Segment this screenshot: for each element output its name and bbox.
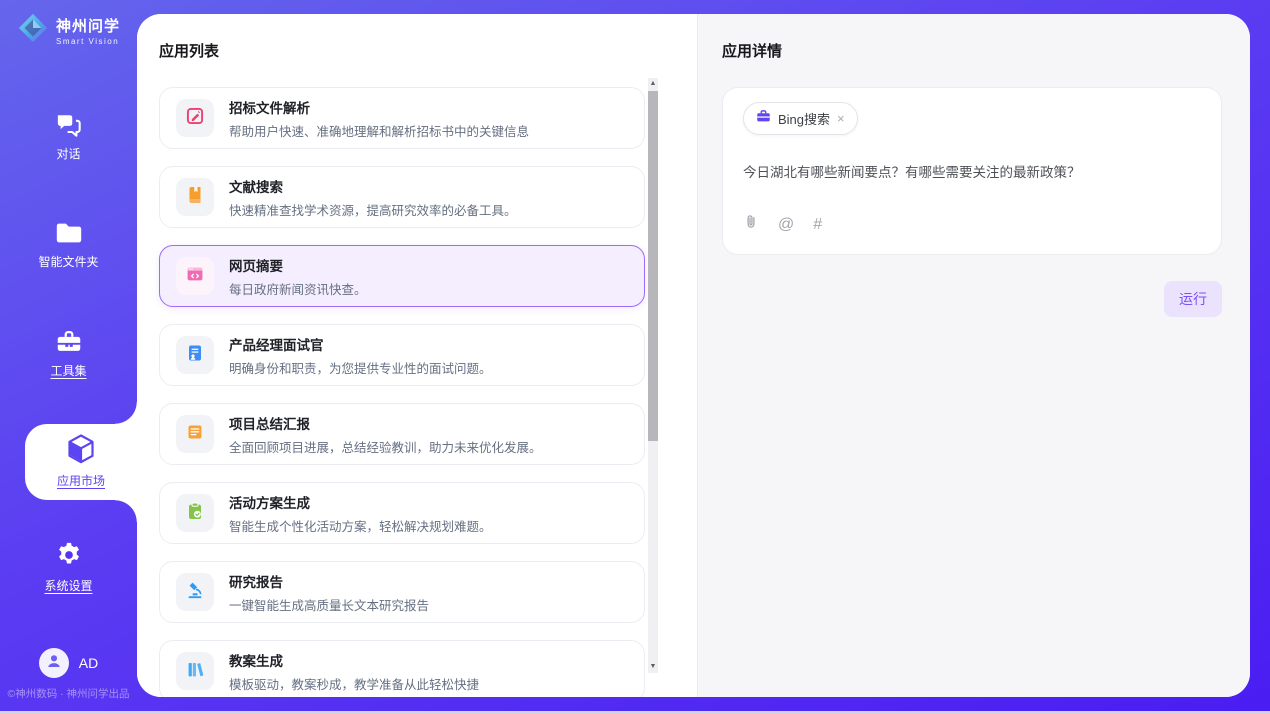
app-card-desc: 一键智能生成高质量长文本研究报告 bbox=[229, 595, 429, 614]
app-card-title: 文献搜索 bbox=[229, 176, 517, 196]
microscope-icon bbox=[185, 580, 205, 605]
book-icon bbox=[185, 185, 205, 210]
chat-icon bbox=[0, 112, 137, 138]
note-icon bbox=[185, 422, 205, 447]
scroll-down-icon[interactable]: ▼ bbox=[648, 661, 658, 673]
content-panel: 应用列表 招标文件解析 帮助用户快速、准确地理解和解析招标书中的关键信息 文献搜… bbox=[137, 14, 1250, 697]
app-card[interactable]: 教案生成 模板驱动，教案秒成，教学准备从此轻松快捷 bbox=[159, 640, 645, 697]
sidebar-item-app-market[interactable]: 应用市场 bbox=[25, 424, 137, 500]
user-avatar-icon bbox=[45, 652, 63, 675]
sidebar-item-label: 智能文件夹 bbox=[0, 253, 137, 270]
app-icon-tile bbox=[176, 99, 214, 137]
sidebar-item-toolset[interactable]: 工具集 bbox=[0, 328, 137, 379]
run-button[interactable]: 运行 bbox=[1164, 281, 1222, 317]
app-card-desc: 明确身份和职责，为您提供专业性的面试问题。 bbox=[229, 358, 492, 377]
sidebar-item-label: 系统设置 bbox=[0, 577, 137, 594]
app-card-desc: 模板驱动，教案秒成，教学准备从此轻松快捷 bbox=[229, 674, 479, 693]
app-card-desc: 帮助用户快速、准确地理解和解析招标书中的关键信息 bbox=[229, 121, 529, 140]
app-detail-title: 应用详情 bbox=[722, 40, 1222, 61]
app-icon-tile bbox=[176, 257, 214, 295]
hash-icon[interactable]: # bbox=[813, 217, 822, 233]
copyright-footer: ©神州数码 · 神州问学出品 bbox=[0, 686, 137, 701]
app-card-title: 招标文件解析 bbox=[229, 97, 529, 117]
app-card-desc: 快速精准查找学术资源，提高研究效率的必备工具。 bbox=[229, 200, 517, 219]
app-list-title: 应用列表 bbox=[159, 40, 645, 61]
browser-code-icon bbox=[185, 264, 205, 289]
cube-icon bbox=[25, 432, 137, 468]
gear-icon bbox=[0, 540, 137, 570]
scroll-up-icon[interactable]: ▲ bbox=[648, 78, 658, 90]
app-card-title: 研究报告 bbox=[229, 571, 429, 591]
sidebar-item-label: 对话 bbox=[0, 145, 137, 162]
app-card[interactable]: 项目总结汇报 全面回顾项目进展，总结经验教训，助力未来优化发展。 bbox=[159, 403, 645, 465]
app-card-title: 产品经理面试官 bbox=[229, 334, 492, 354]
app-icon-tile bbox=[176, 336, 214, 374]
app-icon-tile bbox=[176, 573, 214, 611]
sidebar-item-chat[interactable]: 对话 bbox=[0, 112, 137, 162]
app-card[interactable]: 研究报告 一键智能生成高质量长文本研究报告 bbox=[159, 561, 645, 623]
tool-chip-bing-search[interactable]: Bing搜索 × bbox=[743, 102, 858, 135]
query-text[interactable]: 今日湖北有哪些新闻要点？有哪些需要关注的最新政策？ bbox=[743, 161, 1201, 181]
sidebar: 神州问学 Smart Vision 对话 智能文件夹 bbox=[0, 0, 137, 714]
chip-label: Bing搜索 bbox=[778, 109, 830, 128]
input-toolbar: @ # bbox=[743, 213, 1201, 236]
brand-subtitle: Smart Vision bbox=[56, 37, 120, 46]
sidebar-item-label: 工具集 bbox=[0, 362, 137, 379]
prompt-card: Bing搜索 × 今日湖北有哪些新闻要点？有哪些需要关注的最新政策？ @ # bbox=[722, 87, 1222, 255]
app-window: 神州问学 Smart Vision 对话 智能文件夹 bbox=[0, 0, 1270, 714]
sidebar-item-settings[interactable]: 系统设置 bbox=[0, 540, 137, 594]
app-card-desc: 每日政府新闻资讯快查。 bbox=[229, 279, 367, 298]
books-icon bbox=[185, 659, 205, 684]
app-card-title: 活动方案生成 bbox=[229, 492, 492, 512]
brand-name: 神州问学 bbox=[56, 15, 120, 36]
brand-logo-icon bbox=[17, 12, 49, 49]
app-card-list: 招标文件解析 帮助用户快速、准确地理解和解析招标书中的关键信息 文献搜索 快速精… bbox=[159, 87, 645, 697]
app-icon-tile bbox=[176, 415, 214, 453]
sidebar-item-label: 应用市场 bbox=[25, 472, 137, 489]
run-row: 运行 bbox=[722, 281, 1222, 317]
app-card-title: 教案生成 bbox=[229, 650, 479, 670]
app-card-title: 项目总结汇报 bbox=[229, 413, 542, 433]
list-scrollbar[interactable]: ▲ ▼ bbox=[648, 78, 658, 673]
folder-icon bbox=[0, 220, 137, 246]
app-card[interactable]: 产品经理面试官 明确身份和职责，为您提供专业性的面试问题。 bbox=[159, 324, 645, 386]
app-card[interactable]: 招标文件解析 帮助用户快速、准确地理解和解析招标书中的关键信息 bbox=[159, 87, 645, 149]
at-icon[interactable]: @ bbox=[778, 217, 794, 233]
active-item-top-fillet bbox=[115, 402, 137, 424]
user-initials: AD bbox=[79, 655, 98, 671]
app-card-title: 网页摘要 bbox=[229, 255, 367, 275]
briefcase-icon bbox=[756, 109, 771, 128]
app-icon-tile bbox=[176, 178, 214, 216]
app-card[interactable]: 文献搜索 快速精准查找学术资源，提高研究效率的必备工具。 bbox=[159, 166, 645, 228]
scrollbar-thumb[interactable] bbox=[648, 91, 658, 441]
doc-person-icon bbox=[185, 343, 205, 368]
clipboard-check-icon bbox=[185, 501, 205, 526]
paperclip-icon[interactable] bbox=[743, 213, 759, 236]
app-icon-tile bbox=[176, 652, 214, 690]
app-list-pane: 应用列表 招标文件解析 帮助用户快速、准确地理解和解析招标书中的关键信息 文献搜… bbox=[137, 14, 697, 697]
close-icon[interactable]: × bbox=[837, 112, 845, 125]
app-card-desc: 智能生成个性化活动方案，轻松解决规划难题。 bbox=[229, 516, 492, 535]
app-card[interactable]: 网页摘要 每日政府新闻资讯快查。 bbox=[159, 245, 645, 307]
toolbox-icon bbox=[0, 328, 137, 355]
brand: 神州问学 Smart Vision bbox=[0, 12, 137, 49]
avatar bbox=[39, 648, 69, 678]
user-account[interactable]: AD bbox=[0, 648, 137, 678]
app-card[interactable]: 活动方案生成 智能生成个性化活动方案，轻松解决规划难题。 bbox=[159, 482, 645, 544]
sidebar-item-smart-folder[interactable]: 智能文件夹 bbox=[0, 220, 137, 270]
edit-square-icon bbox=[185, 106, 205, 131]
active-item-bottom-fillet bbox=[115, 500, 137, 522]
app-card-desc: 全面回顾项目进展，总结经验教训，助力未来优化发展。 bbox=[229, 437, 542, 456]
app-detail-pane: 应用详情 Bing搜索 × 今日湖北有哪些新闻要点？有哪些需要关注的最新政策？ bbox=[697, 14, 1250, 697]
app-icon-tile bbox=[176, 494, 214, 532]
